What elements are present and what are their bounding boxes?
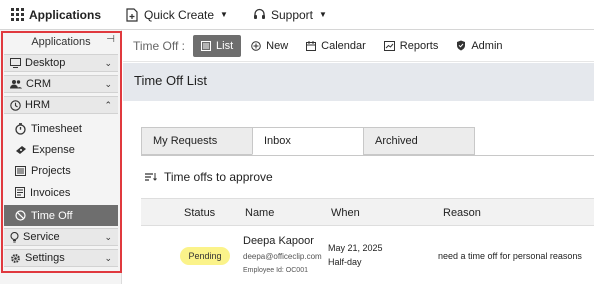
- pin-icon[interactable]: ⊣: [106, 34, 115, 45]
- new-document-icon: [126, 7, 139, 22]
- bulb-icon: [10, 231, 19, 243]
- page-title: Time Off List: [134, 73, 207, 88]
- support-label: Support: [270, 7, 313, 22]
- list-button-label: List: [216, 39, 234, 52]
- tab-divider: [141, 155, 594, 156]
- sidebar-header: Applications: [31, 36, 91, 48]
- tab-archived[interactable]: Archived: [363, 127, 475, 155]
- section-title-text: Time offs to approve: [164, 170, 273, 184]
- quick-create-label: Quick Create: [144, 7, 215, 22]
- column-header-status[interactable]: Status: [184, 207, 215, 219]
- sidebar-section-desktop[interactable]: Desktop ⌄: [4, 54, 118, 72]
- employee-email: deepa@officeclip.com: [243, 252, 322, 261]
- applications-menu[interactable]: Applications: [11, 8, 101, 22]
- chevron-down-icon: ⌄: [104, 252, 112, 263]
- reason-text: need a time off for personal reasons: [438, 251, 582, 261]
- sidebar: Applications ⊣ Desktop ⌄ CRM ⌄ HRM ⌃ Tim…: [0, 30, 122, 284]
- sidebar-item-invoices[interactable]: Invoices: [4, 182, 118, 203]
- support-menu[interactable]: Support ▼: [253, 8, 327, 22]
- gear-icon: [10, 253, 21, 264]
- monitor-icon: [10, 58, 21, 68]
- new-button-label: New: [266, 39, 289, 52]
- when-date: May 21, 2025: [328, 243, 383, 253]
- chevron-down-icon: ⌄: [104, 78, 112, 89]
- timeoff-icon: [15, 210, 26, 221]
- chevron-up-icon: ⌃: [104, 99, 112, 110]
- sidebar-item-label: Invoices: [30, 186, 71, 199]
- quick-create-menu[interactable]: Quick Create ▼: [126, 8, 228, 22]
- column-header-reason[interactable]: Reason: [443, 207, 481, 219]
- employee-name[interactable]: Deepa Kapoor: [243, 235, 314, 247]
- money-icon: [15, 145, 27, 155]
- calendar-icon: [306, 40, 317, 51]
- sidebar-section-settings[interactable]: Settings ⌄: [4, 249, 118, 267]
- calendar-button-label: Calendar: [321, 39, 366, 52]
- sidebar-section-label: CRM: [26, 78, 52, 90]
- column-header-when[interactable]: When: [331, 207, 360, 219]
- calendar-button[interactable]: Calendar: [298, 35, 374, 57]
- sidebar-item-expense[interactable]: Expense: [4, 139, 118, 160]
- new-button[interactable]: New: [243, 35, 296, 57]
- applications-label: Applications: [29, 7, 102, 22]
- list-icon: [201, 40, 212, 51]
- sidebar-item-label: Time Off: [31, 209, 73, 222]
- sidebar-item-projects[interactable]: Projects: [4, 160, 118, 181]
- sidebar-section-label: Service: [23, 231, 60, 243]
- sidebar-item-label: Projects: [31, 164, 71, 177]
- list-button[interactable]: List: [193, 34, 242, 57]
- admin-button[interactable]: Admin: [448, 35, 510, 57]
- employee-id: Employee Id: OC001: [243, 267, 308, 274]
- tab-inbox[interactable]: Inbox: [252, 127, 364, 155]
- sidebar-item-label: Timesheet: [31, 122, 82, 135]
- sidebar-item-time-off[interactable]: Time Off: [4, 205, 118, 226]
- chevron-down-icon: ⌄: [104, 57, 112, 68]
- admin-button-label: Admin: [471, 39, 503, 52]
- section-title: Time offs to approve: [145, 170, 273, 184]
- sidebar-section-label: HRM: [25, 99, 51, 111]
- table-row[interactable]: Pending Deepa Kapoor deepa@officeclip.co…: [141, 227, 594, 284]
- column-header-name[interactable]: Name: [245, 207, 274, 219]
- status-badge: Pending: [180, 247, 230, 265]
- caret-down-icon: ▼: [319, 10, 327, 19]
- headset-icon: [253, 8, 266, 21]
- chart-icon: [383, 40, 395, 51]
- page-header: Time Off List: [123, 63, 594, 101]
- top-bar: Applications Quick Create ▼ Support ▼: [0, 0, 594, 30]
- tab-bar: My Requests Inbox Archived: [141, 127, 475, 157]
- sidebar-section-label: Desktop: [25, 57, 66, 69]
- table-header: Status Name When Reason: [141, 198, 594, 226]
- reports-button-label: Reports: [399, 39, 439, 52]
- sidebar-section-service[interactable]: Service ⌄: [4, 228, 118, 246]
- timer-icon: [15, 122, 26, 135]
- sidebar-item-label: Expense: [32, 143, 75, 156]
- shield-icon: [456, 40, 466, 51]
- reports-button[interactable]: Reports: [376, 35, 447, 57]
- sidebar-section-crm[interactable]: CRM ⌄: [4, 75, 118, 93]
- toolbar-context-label: Time Off :: [133, 38, 186, 53]
- grid-icon: [11, 8, 24, 21]
- module-toolbar: Time Off : List New Calendar Reports Adm…: [123, 30, 594, 62]
- sidebar-section-hrm[interactable]: HRM ⌃: [4, 96, 118, 114]
- invoice-icon: [15, 187, 25, 198]
- tab-my-requests[interactable]: My Requests: [141, 127, 253, 155]
- chevron-down-icon: ⌄: [104, 231, 112, 242]
- plus-circle-icon: [251, 40, 261, 51]
- projects-icon: [15, 165, 26, 176]
- clock-icon: [10, 99, 21, 111]
- sidebar-section-label: Settings: [25, 252, 65, 264]
- sort-list-icon: [145, 172, 157, 182]
- caret-down-icon: ▼: [220, 10, 228, 19]
- when-type: Half-day: [328, 257, 362, 267]
- users-icon: [10, 79, 22, 89]
- sidebar-item-timesheet[interactable]: Timesheet: [4, 118, 118, 139]
